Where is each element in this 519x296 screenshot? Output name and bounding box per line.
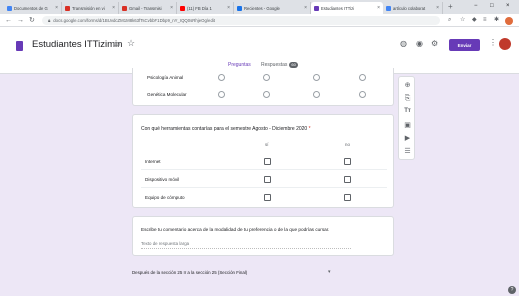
gmail-favicon-icon bbox=[65, 5, 70, 11]
grid-column-header: sí bbox=[265, 142, 269, 147]
browser-tab-strip: Documentos de G × Transmisión en vi × Gm… bbox=[0, 0, 519, 14]
add-video-icon[interactable]: ▶ bbox=[403, 134, 412, 143]
browser-tab-title: Gmail - Transmisi bbox=[129, 5, 162, 11]
close-window-button[interactable]: × bbox=[506, 1, 510, 11]
address-bar[interactable]: 🔒︎ docs.google.com/forms/d/1BUvdcZM1M8k63… bbox=[42, 16, 440, 25]
browser-tab-title: Documentos de G bbox=[14, 5, 48, 11]
radio-button[interactable] bbox=[313, 91, 320, 98]
browser-tab-title: Estudiantes ITTizi bbox=[321, 5, 355, 11]
folder-icon[interactable]: ▭ bbox=[113, 39, 121, 48]
browser-toolbar: ← → ↻ 🔒︎ docs.google.com/forms/d/1BUvdcZM… bbox=[0, 14, 519, 27]
question-card-paragraph[interactable]: Escribe tu comentario acerca de la modal… bbox=[132, 216, 394, 256]
zoom-icon[interactable]: ⌕ bbox=[448, 17, 451, 24]
forms-logo-icon[interactable] bbox=[16, 41, 23, 51]
more-options-icon[interactable]: ⋮ bbox=[489, 38, 497, 47]
extension-icon[interactable]: ◆ bbox=[472, 17, 477, 24]
add-section-icon[interactable]: ☰ bbox=[403, 147, 412, 156]
browser-tab-title: artículo colaborat bbox=[393, 5, 426, 11]
checkbox[interactable] bbox=[344, 176, 351, 183]
grid-column-header: no bbox=[345, 142, 350, 147]
bookmark-star-icon[interactable]: ☆ bbox=[460, 17, 465, 24]
playlist-icon[interactable]: ≡ bbox=[483, 17, 487, 24]
checkbox[interactable] bbox=[264, 176, 271, 183]
palette-icon[interactable]: ◍ bbox=[400, 39, 407, 48]
row-divider bbox=[141, 169, 387, 170]
grid-row-label: Psicología Animal bbox=[147, 75, 184, 80]
grid-row-label: Dispositivo móvil bbox=[145, 177, 180, 182]
back-icon[interactable]: ← bbox=[5, 16, 12, 25]
browser-tab-7[interactable]: artículo colaborat × bbox=[383, 2, 443, 14]
browser-tab-4[interactable]: (11) FB Día 1 × bbox=[177, 2, 234, 14]
reload-icon[interactable]: ↻ bbox=[29, 16, 35, 25]
forward-icon[interactable]: → bbox=[17, 16, 24, 25]
checkbox[interactable] bbox=[264, 194, 271, 201]
form-title[interactable]: Estudiantes ITTizimin bbox=[32, 39, 122, 50]
forms-favicon-icon bbox=[314, 5, 319, 11]
close-icon[interactable]: × bbox=[112, 5, 115, 11]
close-icon[interactable]: × bbox=[55, 5, 58, 11]
browser-tab-5[interactable]: Recientes - Google × bbox=[234, 2, 311, 14]
close-icon[interactable]: × bbox=[227, 5, 230, 11]
grid-row-label: Genética Molecular bbox=[147, 92, 187, 97]
youtube-favicon-icon bbox=[180, 5, 185, 11]
add-title-icon[interactable]: Tт bbox=[403, 107, 412, 116]
question-card-radio-grid[interactable]: Psicología Animal Genética Molecular bbox=[132, 68, 394, 106]
browser-tab-title: Recientes - Google bbox=[244, 5, 280, 11]
browser-tab-title: Transmisión en vi bbox=[72, 5, 105, 11]
settings-gear-icon[interactable]: ⚙ bbox=[431, 39, 438, 48]
add-question-icon[interactable]: ⊕ bbox=[403, 81, 412, 90]
required-mark: * bbox=[308, 126, 311, 132]
radio-button[interactable] bbox=[359, 74, 366, 81]
close-icon[interactable]: × bbox=[377, 5, 380, 11]
question-card-checkbox-grid[interactable]: Con qué herramientas contarías para el s… bbox=[132, 114, 394, 208]
question-title: Escribe tu comentario acerca de la modal… bbox=[141, 227, 330, 232]
chevron-down-icon[interactable]: ▾ bbox=[328, 269, 331, 275]
browser-profile-avatar[interactable] bbox=[505, 17, 513, 25]
floating-toolbar: ⊕ ⎘ Tт ▣ ▶ ☰ bbox=[398, 76, 415, 160]
forms-header: Estudiantes ITTizimin ▭ ☆ ◍ ◉ ⚙ Enviar ⋮… bbox=[0, 27, 519, 74]
star-icon[interactable]: ☆ bbox=[127, 38, 135, 49]
drive-favicon-icon bbox=[237, 5, 242, 11]
radio-button[interactable] bbox=[263, 74, 270, 81]
minimize-button[interactable]: − bbox=[474, 1, 478, 11]
radio-button[interactable] bbox=[218, 74, 225, 81]
close-icon[interactable]: × bbox=[436, 5, 439, 11]
checkbox[interactable] bbox=[344, 158, 351, 165]
grid-row-label: Equipo de cómputo bbox=[145, 195, 185, 200]
radio-button[interactable] bbox=[313, 74, 320, 81]
browser-tab-2[interactable]: Transmisión en vi × bbox=[62, 2, 119, 14]
radio-button[interactable] bbox=[218, 91, 225, 98]
lock-icon: 🔒︎ bbox=[48, 18, 51, 23]
grid-row-label: Internet bbox=[145, 159, 161, 164]
gmail-favicon-icon bbox=[122, 5, 127, 11]
radio-button[interactable] bbox=[263, 91, 270, 98]
url-text: docs.google.com/forms/d/1BUvdcZM1M8k63fT… bbox=[53, 18, 215, 23]
preview-eye-icon[interactable]: ◉ bbox=[416, 39, 423, 48]
help-icon[interactable]: ? bbox=[508, 286, 516, 294]
browser-tab-3[interactable]: Gmail - Transmisi × bbox=[119, 2, 177, 14]
extensions-puzzle-icon[interactable]: ✱ bbox=[494, 17, 499, 24]
send-button[interactable]: Enviar bbox=[449, 39, 480, 51]
long-answer-placeholder: Texto de respuesta larga bbox=[141, 241, 351, 249]
new-tab-button[interactable]: + bbox=[448, 2, 453, 12]
close-icon[interactable]: × bbox=[304, 5, 307, 11]
import-questions-icon[interactable]: ⎘ bbox=[403, 94, 412, 103]
add-image-icon[interactable]: ▣ bbox=[403, 121, 412, 130]
row-divider bbox=[141, 187, 387, 188]
maximize-button[interactable]: □ bbox=[490, 1, 494, 11]
checkbox[interactable] bbox=[264, 158, 271, 165]
browser-tab-active[interactable]: Estudiantes ITTizi × bbox=[311, 2, 383, 14]
browser-tab-1[interactable]: Documentos de G × bbox=[4, 2, 62, 14]
question-title: Con qué herramientas contarías para el s… bbox=[141, 126, 311, 132]
docs-favicon-icon bbox=[7, 5, 12, 11]
question-text: Con qué herramientas contarías para el s… bbox=[141, 126, 308, 132]
close-icon[interactable]: × bbox=[170, 5, 173, 11]
browser-tab-title: (11) FB Día 1 bbox=[187, 5, 212, 11]
avatar[interactable] bbox=[499, 38, 511, 50]
docs-favicon-icon bbox=[386, 5, 391, 11]
section-navigation[interactable]: Después de la sección 25 Ir a la sección… bbox=[132, 270, 247, 275]
radio-button[interactable] bbox=[359, 91, 366, 98]
checkbox[interactable] bbox=[344, 194, 351, 201]
